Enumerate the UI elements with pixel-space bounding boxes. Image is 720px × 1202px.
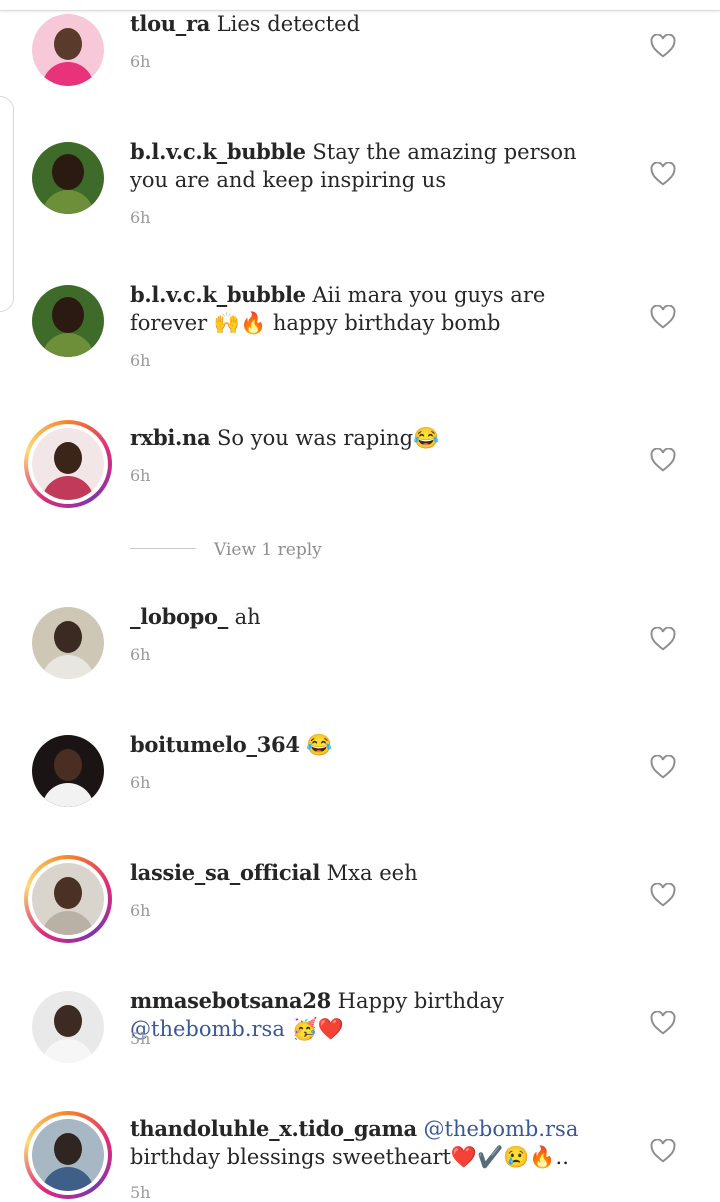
heart-icon[interactable] [650, 883, 676, 907]
comment-body-after: birthday blessings sweetheart❤️✔️😢🔥.. [130, 1145, 569, 1169]
heart-icon[interactable] [650, 448, 676, 472]
comment-body [417, 1117, 424, 1141]
comment-text: rxbi.na So you was raping😂 [130, 424, 620, 452]
heart-icon[interactable] [650, 755, 676, 779]
heart-icon[interactable] [650, 1011, 676, 1035]
comment-text: b.l.v.c.k_bubble Aii mara you guys are f… [130, 281, 620, 337]
view-replies-button[interactable]: View 1 reply [130, 540, 430, 564]
comment-timestamp: 6h [130, 901, 151, 920]
avatar[interactable] [32, 735, 104, 807]
comment-text: _lobopo_ ah [130, 603, 620, 631]
comment-timestamp: 6h [130, 773, 151, 792]
comment-username[interactable]: b.l.v.c.k_bubble [130, 282, 306, 307]
reply-divider [130, 548, 196, 549]
comment-body: Lies detected [210, 12, 361, 36]
comment-username[interactable]: b.l.v.c.k_bubble [130, 139, 306, 164]
heart-icon[interactable] [650, 162, 676, 186]
avatar[interactable] [32, 142, 104, 214]
avatar[interactable] [32, 14, 104, 86]
comment-username[interactable]: tlou_ra [130, 11, 210, 36]
comment-timestamp: 6h [130, 351, 151, 370]
comment-text: thandoluhle_x.tido_gama @thebomb.rsa bir… [130, 1115, 620, 1171]
side-sheet-edge [0, 96, 14, 312]
comment-username[interactable]: mmasebotsana28 [130, 988, 331, 1013]
heart-icon[interactable] [650, 627, 676, 651]
comment-timestamp: 5h [130, 1029, 151, 1048]
view-replies-label: View 1 reply [214, 540, 322, 560]
comment-username[interactable]: lassie_sa_official [130, 860, 320, 885]
comment-username[interactable]: _lobopo_ [130, 604, 228, 629]
comment-username[interactable]: rxbi.na [130, 425, 211, 450]
avatar[interactable] [24, 420, 112, 508]
comment-timestamp: 6h [130, 466, 151, 485]
comment-timestamp: 6h [130, 208, 151, 227]
heart-icon[interactable] [650, 34, 676, 58]
comment-timestamp: 5h [130, 1183, 151, 1202]
comment-timestamp: 6h [130, 645, 151, 664]
avatar[interactable] [32, 607, 104, 679]
heart-icon[interactable] [650, 1139, 676, 1163]
comment-text: mmasebotsana28 Happy birthday @thebomb.r… [130, 987, 620, 1043]
comment-text: boitumelo_364 😂 [130, 731, 620, 759]
comment-body: ah [227, 605, 261, 629]
avatar[interactable] [24, 1111, 112, 1199]
mention-link[interactable]: @thebomb.rsa [424, 1117, 579, 1141]
comment-body: So you was raping😂 [210, 426, 440, 450]
comment-username[interactable]: boitumelo_364 [130, 732, 300, 757]
comment-body: 😂 [299, 733, 333, 757]
comment-text: b.l.v.c.k_bubble Stay the amazing person… [130, 138, 620, 194]
comment-body: Happy birthday [330, 989, 504, 1013]
comment-text: tlou_ra Lies detected [130, 10, 620, 38]
comment-text: lassie_sa_official Mxa eeh [130, 859, 620, 887]
comment-username[interactable]: thandoluhle_x.tido_gama [130, 1116, 417, 1141]
avatar[interactable] [32, 991, 104, 1063]
comment-timestamp: 6h [130, 52, 151, 71]
mention-link[interactable]: @thebomb.rsa [130, 1017, 285, 1041]
heart-icon[interactable] [650, 305, 676, 329]
comment-body: Mxa eeh [320, 861, 418, 885]
comment-body-after: 🥳❤️ [284, 1017, 344, 1041]
avatar[interactable] [32, 285, 104, 357]
avatar[interactable] [24, 855, 112, 943]
